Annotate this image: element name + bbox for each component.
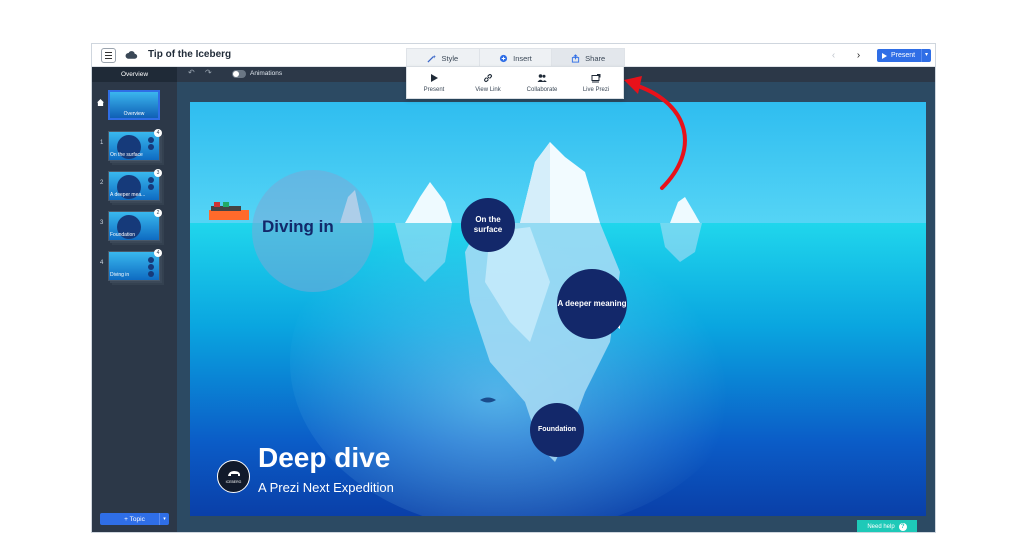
overview-thumbnail[interactable]: Overview bbox=[108, 90, 160, 120]
cloud-icon bbox=[125, 51, 138, 59]
share-icon bbox=[572, 53, 580, 63]
share-menu-item-label: Collaborate bbox=[526, 86, 558, 93]
slide-count-badge: 4 bbox=[154, 129, 162, 137]
slide-number: 1 bbox=[100, 140, 104, 146]
share-menu-item-label: Live Prezi bbox=[582, 86, 610, 93]
slide-thumbnail-3[interactable]: Foundation 2 bbox=[108, 209, 162, 241]
canvas-area: Diving in On the surface A deeper meanin… bbox=[177, 82, 935, 532]
link-icon bbox=[484, 73, 492, 82]
chevron-down-icon[interactable]: ▾ bbox=[159, 513, 169, 525]
presentation-stage[interactable]: Diving in On the surface A deeper meanin… bbox=[190, 102, 926, 516]
slide-thumbnail-caption: Foundation bbox=[110, 232, 136, 238]
slide-number: 3 bbox=[100, 220, 104, 226]
tab-style-label: Style bbox=[441, 53, 459, 63]
iceberg-logo: ICEBERG bbox=[217, 460, 250, 493]
topic-label: Foundation bbox=[537, 425, 577, 433]
share-menu: Present View Link Collaborate Live Prezi bbox=[406, 66, 624, 99]
topic-label: A deeper meaning bbox=[557, 299, 627, 309]
share-menu-item-collaborate[interactable]: Collaborate bbox=[515, 67, 569, 98]
thumbnail-dots bbox=[148, 137, 156, 155]
tab-share-label: Share bbox=[585, 53, 606, 63]
tab-insert[interactable]: Insert bbox=[480, 49, 553, 67]
play-icon bbox=[431, 73, 438, 82]
share-menu-item-label: View Link bbox=[475, 86, 501, 93]
need-help-label: Need help bbox=[867, 524, 895, 530]
polar-bear-icon bbox=[227, 471, 240, 476]
redo-icon[interactable]: ↷ bbox=[205, 68, 212, 77]
tab-insert-label: Insert bbox=[513, 53, 532, 63]
undo-icon[interactable]: ↶ bbox=[188, 68, 195, 77]
presentation-heading: Deep dive bbox=[258, 442, 391, 473]
slide-count-badge: 3 bbox=[154, 169, 162, 177]
thumbnail-dots bbox=[148, 177, 156, 195]
tab-share[interactable]: Share bbox=[552, 49, 625, 67]
share-menu-item-view-link[interactable]: View Link bbox=[461, 67, 515, 98]
people-icon bbox=[537, 73, 547, 82]
slide-thumbnail-caption: Diving in bbox=[110, 272, 130, 278]
slide-count-badge: 4 bbox=[154, 249, 162, 257]
tab-style[interactable]: Style bbox=[407, 49, 480, 67]
live-prezi-icon bbox=[591, 73, 601, 82]
chevron-down-icon[interactable]: ▾ bbox=[921, 49, 931, 62]
present-button-label: Present bbox=[891, 52, 916, 59]
previous-step-icon[interactable]: ‹ bbox=[827, 49, 840, 62]
topic-on-the-surface[interactable]: On the surface bbox=[461, 198, 515, 252]
slide-thumbnail-4[interactable]: Diving in 4 bbox=[108, 249, 162, 281]
share-menu-item-present[interactable]: Present bbox=[407, 67, 461, 98]
add-topic-button[interactable]: + Topic ▾ bbox=[100, 513, 169, 525]
share-menu-item-live-prezi[interactable]: Live Prezi bbox=[569, 67, 623, 98]
plus-circle-icon bbox=[500, 54, 508, 62]
add-topic-label: + Topic bbox=[124, 515, 145, 523]
need-help-button[interactable]: Need help ? bbox=[857, 520, 917, 532]
slide-number: 2 bbox=[100, 180, 104, 186]
diving-in-label: Diving in bbox=[262, 217, 334, 236]
play-icon bbox=[882, 52, 887, 59]
prezi-editor-window: Tip of the Iceberg Style Insert Share ‹ … bbox=[91, 43, 936, 533]
topic-foundation[interactable]: Foundation bbox=[530, 403, 584, 457]
presentation-title[interactable]: Tip of the Iceberg bbox=[148, 49, 231, 60]
animations-toggle[interactable] bbox=[232, 70, 246, 78]
slide-sidebar: Overview 1 On the surface 4 2 A deeper m… bbox=[92, 82, 177, 532]
question-icon: ? bbox=[898, 523, 907, 531]
slide-thumbnail-2[interactable]: A deeper mea... 3 bbox=[108, 169, 162, 201]
diving-in-topic[interactable]: Diving in bbox=[252, 170, 374, 292]
logo-text: ICEBERG bbox=[225, 480, 242, 484]
wand-icon bbox=[427, 54, 437, 63]
slide-thumbnail-caption: A deeper mea... bbox=[110, 192, 146, 198]
next-step-icon[interactable]: › bbox=[852, 49, 865, 62]
slide-number: 4 bbox=[100, 260, 104, 266]
overview-tab[interactable]: Overview bbox=[92, 67, 177, 82]
overview-thumbnail-caption: Overview bbox=[123, 111, 145, 117]
animations-label: Animations bbox=[250, 70, 283, 77]
slide-thumbnail-1[interactable]: On the surface 4 bbox=[108, 129, 162, 161]
home-icon[interactable] bbox=[97, 99, 104, 106]
thumbnail-dots bbox=[148, 257, 156, 277]
topic-label: On the surface bbox=[473, 215, 503, 234]
top-toolbar: Tip of the Iceberg Style Insert Share ‹ … bbox=[92, 44, 935, 67]
present-button[interactable]: Present ▾ bbox=[877, 49, 931, 62]
slide-count-badge: 2 bbox=[154, 209, 162, 217]
slide-thumbnail-caption: On the surface bbox=[110, 152, 143, 158]
share-menu-item-label: Present bbox=[423, 86, 445, 93]
hamburger-menu-icon[interactable] bbox=[101, 48, 116, 63]
topic-a-deeper-meaning[interactable]: A deeper meaning bbox=[557, 269, 627, 339]
presentation-subtitle: A Prezi Next Expedition bbox=[258, 480, 394, 495]
editor-tabs: Style Insert Share bbox=[406, 48, 625, 67]
